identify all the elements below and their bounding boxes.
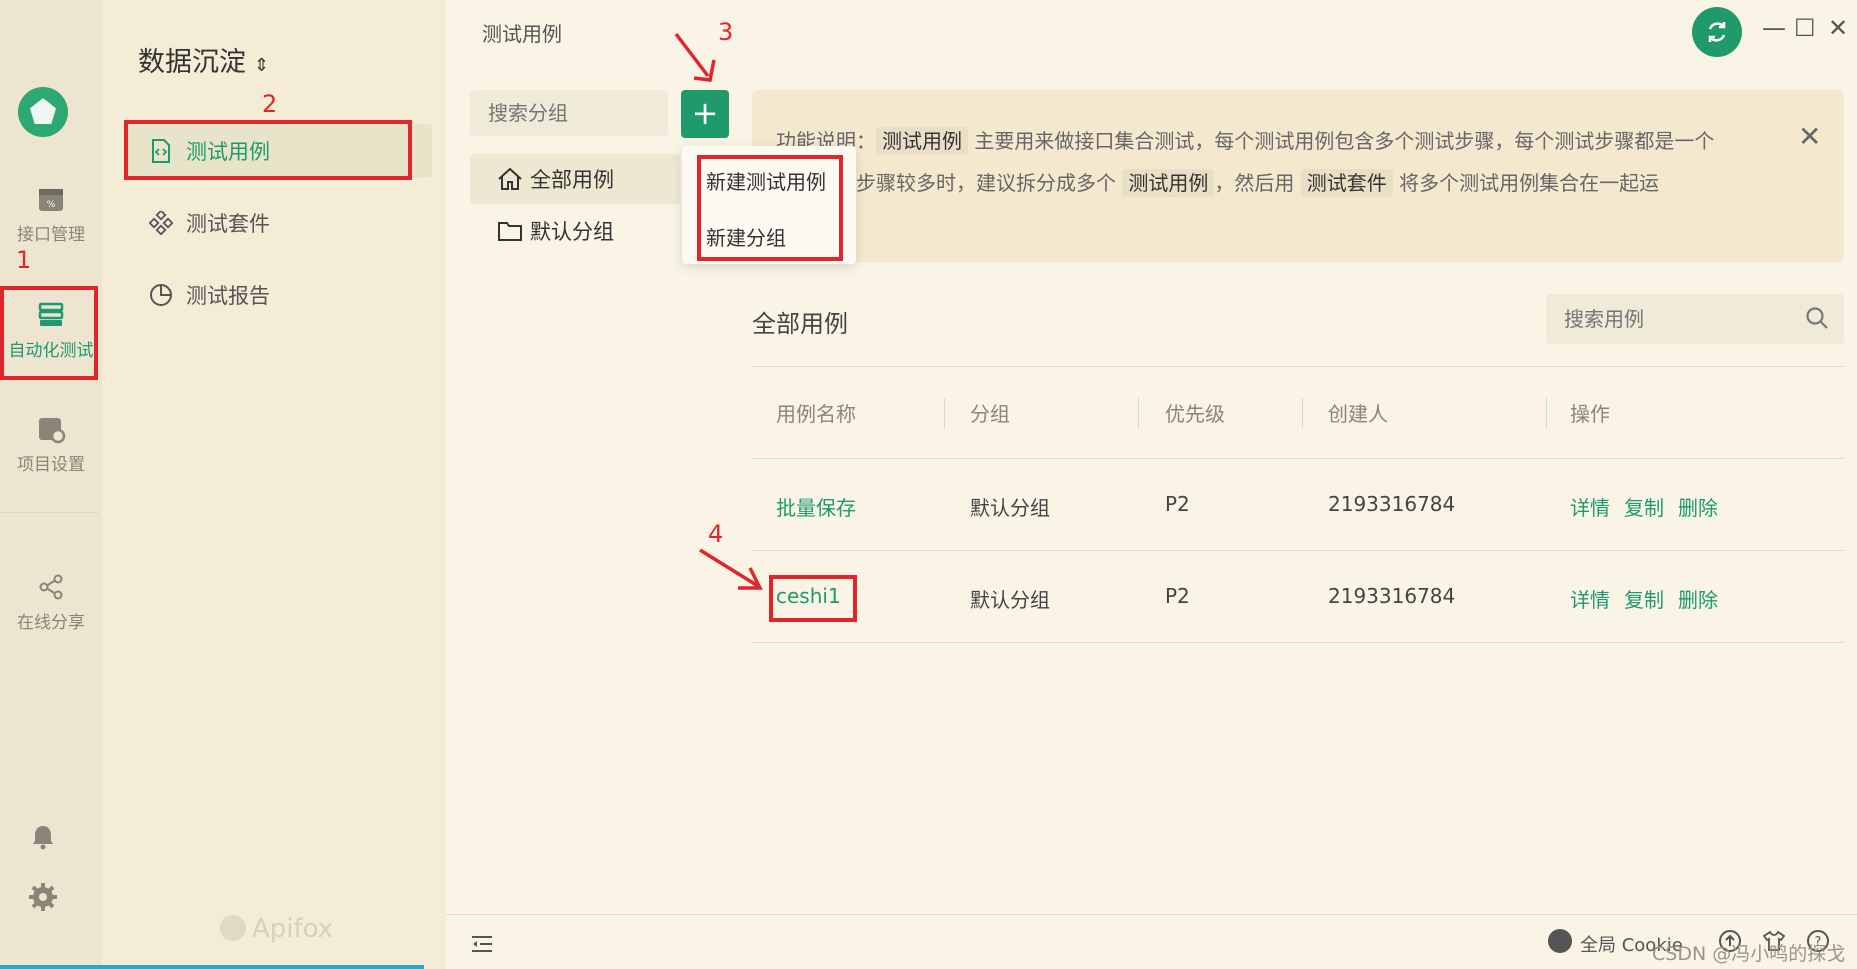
test-report-icon — [148, 282, 174, 308]
case-group: 默认分组 — [970, 588, 1050, 612]
column-header-creator: 创建人 — [1328, 402, 1388, 426]
rail-item-api-management[interactable]: % 接口管理 — [0, 184, 102, 245]
chevron-updown-icon: ⇕ — [254, 55, 270, 76]
column-separator — [1546, 398, 1547, 428]
annotation-box-3 — [697, 155, 843, 261]
page-title: 测试用例 — [482, 22, 562, 46]
column-header-actions: 操作 — [1570, 402, 1610, 426]
copy-action[interactable]: 复制 — [1624, 584, 1664, 613]
case-name-link[interactable]: 批量保存 — [776, 492, 856, 521]
nav-item-test-suites[interactable]: 测试套件 — [126, 196, 432, 250]
annotation-label-2: 2 — [262, 90, 278, 118]
test-suite-icon — [148, 210, 174, 236]
info-tag: 测试用例 — [1122, 169, 1215, 197]
collapse-sidebar-icon[interactable] — [472, 935, 492, 953]
search-icon[interactable] — [1804, 305, 1830, 331]
rail-divider — [0, 512, 98, 513]
case-group: 默认分组 — [970, 496, 1050, 520]
csdn-watermark: CSDN @冯小鸣的探戈 — [1652, 943, 1846, 965]
case-priority: P2 — [1165, 492, 1190, 516]
apifox-logo-icon — [220, 915, 246, 941]
app-logo — [18, 87, 68, 137]
bell-icon[interactable] — [28, 822, 58, 852]
feature-info-banner: 功能说明： 测试用例 主要用来做接口集合测试，每个测试用例包含多个测试步骤，每个测… — [752, 90, 1844, 262]
tree-item-label: 默认分组 — [530, 220, 614, 244]
svg-text:%: % — [47, 200, 56, 210]
rail-item-label: 项目设置 — [17, 455, 85, 475]
nav-item-label: 测试报告 — [186, 284, 270, 308]
divider — [752, 366, 1844, 367]
home-icon — [496, 165, 524, 193]
copy-action[interactable]: 复制 — [1624, 492, 1664, 521]
case-creator: 2193316784 — [1328, 492, 1456, 516]
annotation-box-2 — [124, 120, 412, 180]
share-icon — [39, 574, 63, 600]
refresh-icon — [1708, 22, 1726, 42]
divider — [752, 642, 1844, 643]
info-tag: 测试套件 — [1300, 169, 1393, 197]
cookie-icon — [1548, 929, 1572, 953]
column-header-priority: 优先级 — [1165, 402, 1225, 426]
annotation-box-1 — [0, 286, 98, 380]
column-header-name: 用例名称 — [776, 402, 856, 426]
column-separator — [944, 398, 945, 428]
case-priority: P2 — [1165, 584, 1190, 608]
close-window-button[interactable]: ✕ — [1828, 14, 1848, 42]
divider — [752, 550, 1844, 551]
section-title: 全部用例 — [752, 310, 848, 338]
main-panel: 测试用例 — ☐ ✕ + 全部用例 默认分组 功能说明：测试用例 主要用来做接口… — [446, 0, 1857, 969]
maximize-button[interactable]: ☐ — [1794, 14, 1816, 42]
column-header-group: 分组 — [970, 402, 1010, 426]
status-footer: 全局 Cookie ? CSDN @冯小鸣的探戈 — [446, 914, 1857, 969]
nav-item-label: 测试套件 — [186, 212, 270, 236]
api-management-icon: % — [39, 189, 63, 211]
icon-rail: % 接口管理 自动化测试 项目设置 在线分享 — [0, 0, 102, 969]
tree-item-all-cases[interactable]: 全部用例 — [470, 154, 680, 204]
divider — [752, 458, 1844, 459]
rail-item-share[interactable]: 在线分享 — [0, 572, 102, 633]
detail-action[interactable]: 详情 — [1570, 584, 1610, 613]
add-button[interactable]: + — [681, 90, 729, 138]
column-separator — [1138, 398, 1139, 428]
brand-watermark: Apifox — [220, 914, 333, 944]
annotation-arrow-4 — [699, 548, 763, 590]
tree-item-default-group[interactable]: 默认分组 — [470, 206, 680, 256]
case-creator: 2193316784 — [1328, 584, 1456, 608]
folder-icon — [496, 217, 524, 245]
gear-icon[interactable] — [28, 882, 58, 912]
rail-item-label: 在线分享 — [17, 613, 85, 633]
project-switcher[interactable]: 数据沉淀 ⇕ — [138, 40, 269, 79]
loading-progress-line — [0, 965, 424, 969]
info-tag: 测试用例 — [876, 127, 968, 155]
case-search-input[interactable] — [1546, 294, 1844, 344]
project-name: 数据沉淀 — [138, 47, 246, 78]
annotation-arrow-3 — [674, 32, 716, 82]
group-search-input[interactable] — [470, 90, 668, 136]
annotation-label-1: 1 — [16, 246, 32, 274]
delete-action[interactable]: 删除 — [1678, 584, 1718, 613]
rail-item-label: 接口管理 — [17, 225, 85, 245]
sync-button[interactable] — [1692, 7, 1742, 57]
project-settings-icon — [39, 418, 66, 444]
rail-item-project-settings[interactable]: 项目设置 — [0, 414, 102, 475]
nav-item-test-reports[interactable]: 测试报告 — [126, 268, 432, 322]
minimize-button[interactable]: — — [1762, 14, 1786, 42]
annotation-label-4: 4 — [708, 520, 724, 548]
annotation-box-4 — [769, 575, 857, 622]
detail-action[interactable]: 详情 — [1570, 492, 1610, 521]
info-line-2: 口。测试步骤较多时，建议拆分成多个 测试用例 ，然后用 测试套件 将多个测试用例集… — [776, 169, 1660, 197]
delete-action[interactable]: 删除 — [1678, 492, 1718, 521]
tree-item-label: 全部用例 — [530, 168, 614, 192]
close-info-icon[interactable]: ✕ — [1798, 120, 1821, 153]
column-separator — [1302, 398, 1303, 428]
info-line-1: 功能说明： 测试用例 主要用来做接口集合测试，每个测试用例包含多个测试步骤，每个测… — [776, 127, 1715, 155]
